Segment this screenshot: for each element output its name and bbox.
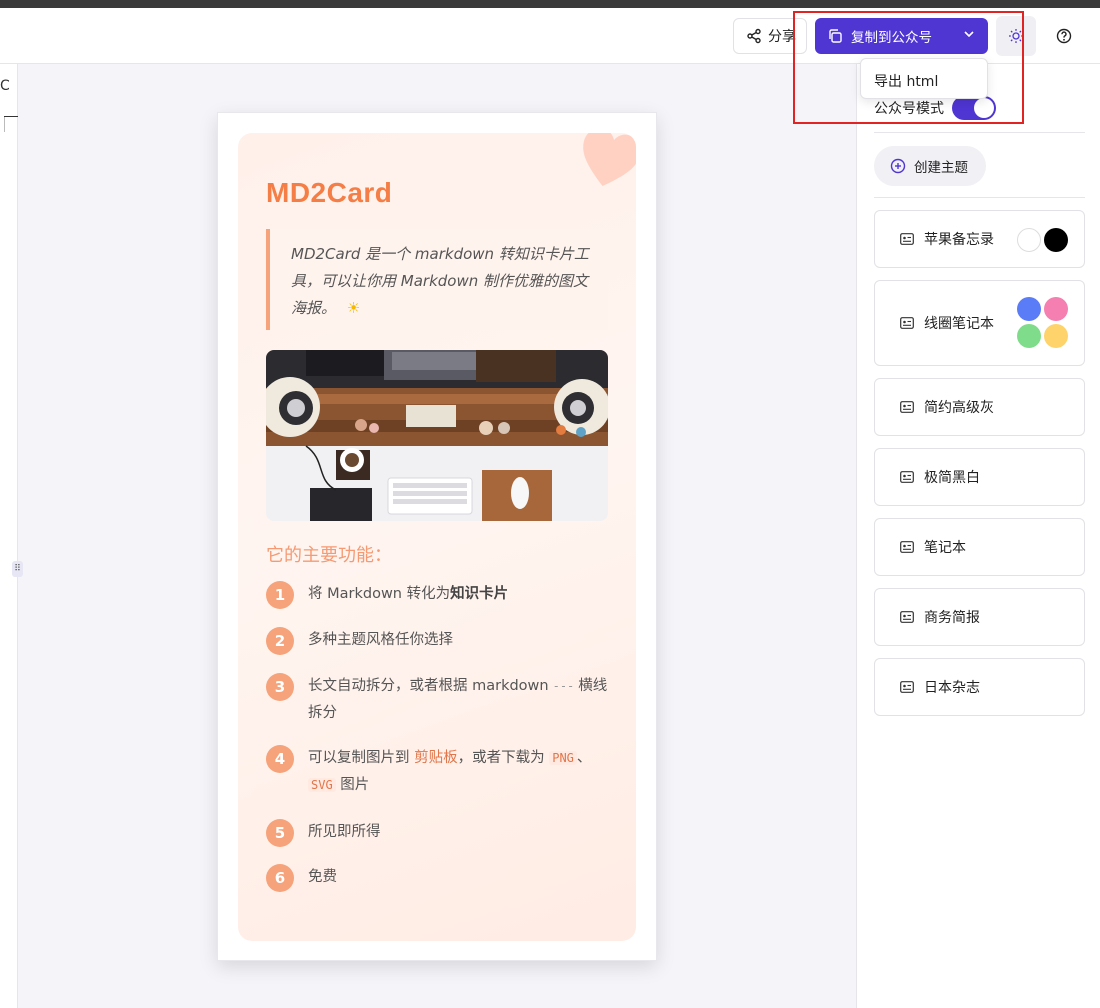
theme-item-minimal-gray[interactable]: 简约高级灰	[874, 378, 1085, 436]
wechat-mode-row: 公众号模式	[874, 96, 996, 120]
editor-glyph: C	[0, 78, 10, 94]
clipboard-link[interactable]: 剪贴板	[414, 750, 458, 766]
feature-text: 免费	[308, 869, 337, 885]
copy-label: 复制到公众号	[851, 30, 932, 46]
theme-name: 线圈笔记本	[924, 316, 994, 332]
swatch-blue	[1017, 297, 1041, 321]
inline-code-svg: SVG	[308, 778, 336, 792]
theme-item-notebook[interactable]: 笔记本	[874, 518, 1085, 576]
feature-number: 1	[266, 581, 294, 609]
feature-number: 6	[266, 864, 294, 892]
heart-decoration-icon	[583, 133, 636, 187]
feature-text: 所见即所得	[308, 824, 381, 840]
theme-name: 极简黑白	[924, 470, 980, 486]
wechat-mode-label: 公众号模式	[874, 101, 944, 117]
help-icon	[1056, 28, 1072, 44]
wechat-mode-toggle[interactable]	[952, 96, 996, 120]
copy-icon	[829, 29, 842, 43]
theme-item-spiral-notebook[interactable]: 线圈笔记本	[874, 280, 1085, 366]
features-heading: 它的主要功能：	[266, 545, 392, 566]
swatch-green	[1017, 324, 1041, 348]
editor-panel-edge: C	[0, 64, 18, 1008]
theme-item-japanese-magazine[interactable]: 日本杂志	[874, 658, 1085, 716]
quote-text: MD2Card 是一个 markdown 转知识卡片工具，可以让你用 Markd…	[291, 245, 589, 317]
editor-rule	[4, 116, 18, 117]
theme-card-icon	[900, 681, 914, 693]
theme-swatches	[1017, 297, 1068, 348]
sun-icon	[1009, 29, 1023, 43]
theme-name: 苹果备忘录	[924, 232, 994, 248]
chevron-down-icon[interactable]	[962, 27, 976, 41]
copy-to-wechat-button[interactable]: 复制到公众号	[815, 18, 988, 54]
feature-item: 6 免费	[266, 864, 610, 892]
help-button[interactable]	[1044, 16, 1084, 56]
feature-bold: 知识卡片	[450, 586, 509, 602]
share-label: 分享	[768, 29, 796, 45]
feature-text-part: 可以复制图片到	[308, 750, 410, 766]
feature-text: 多种主题风格任你选择	[308, 632, 453, 648]
export-html-menu-item[interactable]: 导出 html	[874, 74, 938, 90]
card-title: MD2Card	[266, 177, 393, 208]
theme-toggle-button[interactable]	[996, 16, 1036, 56]
swatch-white	[1017, 228, 1041, 252]
swatch-pink	[1044, 297, 1068, 321]
theme-name: 日本杂志	[924, 680, 980, 696]
theme-name: 简约高级灰	[924, 400, 994, 416]
feature-text-part: 将 Markdown 转化为	[308, 586, 451, 602]
theme-swatches	[1017, 228, 1068, 252]
knowledge-card: MD2Card MD2Card 是一个 markdown 转知识卡片工具，可以让…	[238, 133, 636, 941]
theme-name: 商务简报	[924, 610, 980, 626]
intro-quote: MD2Card 是一个 markdown 转知识卡片工具，可以让你用 Markd…	[266, 229, 608, 330]
inline-code-png: PNG	[549, 751, 577, 765]
editor-box-edge	[4, 116, 18, 132]
sun-emoji-icon: ☀	[346, 299, 361, 317]
swatch-yellow	[1044, 324, 1068, 348]
theme-card-icon	[900, 401, 914, 413]
divider	[874, 197, 1085, 198]
feature-text-part: ，或者下载为	[457, 750, 545, 766]
plus-circle-icon	[890, 158, 906, 174]
top-toolbar: 分享 复制到公众号	[0, 8, 1100, 64]
create-theme-button[interactable]: 创建主题	[874, 146, 986, 186]
window-top-strip	[0, 0, 1100, 8]
feature-number: 3	[266, 673, 294, 701]
feature-text: 将 Markdown 转化为知识卡片	[308, 581, 610, 609]
feature-number: 2	[266, 627, 294, 655]
toggle-knob	[974, 98, 994, 118]
preview-area: MD2Card MD2Card 是一个 markdown 转知识卡片工具，可以让…	[18, 64, 856, 1008]
feature-item: 1 将 Markdown 转化为知识卡片	[266, 581, 610, 609]
theme-card-icon	[900, 611, 914, 623]
theme-card-icon	[900, 541, 914, 553]
share-icon	[747, 28, 761, 44]
feature-item: 5 所见即所得	[266, 819, 610, 847]
theme-item-apple-notes[interactable]: 苹果备忘录	[874, 210, 1085, 268]
swatch-black	[1044, 228, 1068, 252]
feature-text: 长文自动拆分，或者根据 markdown --- 横线拆分	[308, 673, 610, 727]
copy-dropdown-menu: 导出 html	[860, 58, 988, 99]
feature-text-part: 图片	[340, 777, 370, 793]
feature-number: 4	[266, 745, 294, 773]
feature-item: 3 长文自动拆分，或者根据 markdown --- 横线拆分	[266, 673, 610, 727]
feature-item: 4 可以复制图片到 剪贴板，或者下载为 PNG、 SVG 图片	[266, 745, 610, 799]
feature-number: 5	[266, 819, 294, 847]
divider	[874, 132, 1085, 133]
theme-sidebar: 公众号模式 创建主题 苹果备忘录 线圈笔记本 简约高级灰 极简黑白 笔记本 商务…	[856, 64, 1100, 1008]
desk-photo	[266, 350, 608, 521]
card-frame: MD2Card MD2Card 是一个 markdown 转知识卡片工具，可以让…	[217, 112, 657, 961]
theme-card-icon	[900, 233, 914, 245]
feature-item: 2 多种主题风格任你选择	[266, 627, 610, 655]
feature-text: 可以复制图片到 剪贴板，或者下载为 PNG、 SVG 图片	[308, 745, 610, 799]
theme-name: 笔记本	[924, 540, 966, 556]
theme-item-black-white[interactable]: 极简黑白	[874, 448, 1085, 506]
create-theme-label: 创建主题	[914, 160, 968, 176]
inline-code: ---	[552, 679, 575, 693]
theme-card-icon	[900, 471, 914, 483]
theme-card-icon	[900, 317, 914, 329]
feature-separator: 、	[576, 750, 592, 766]
theme-item-business-brief[interactable]: 商务简报	[874, 588, 1085, 646]
share-button[interactable]: 分享	[733, 18, 807, 54]
feature-text-part: 长文自动拆分，或者根据 markdown	[308, 678, 549, 694]
